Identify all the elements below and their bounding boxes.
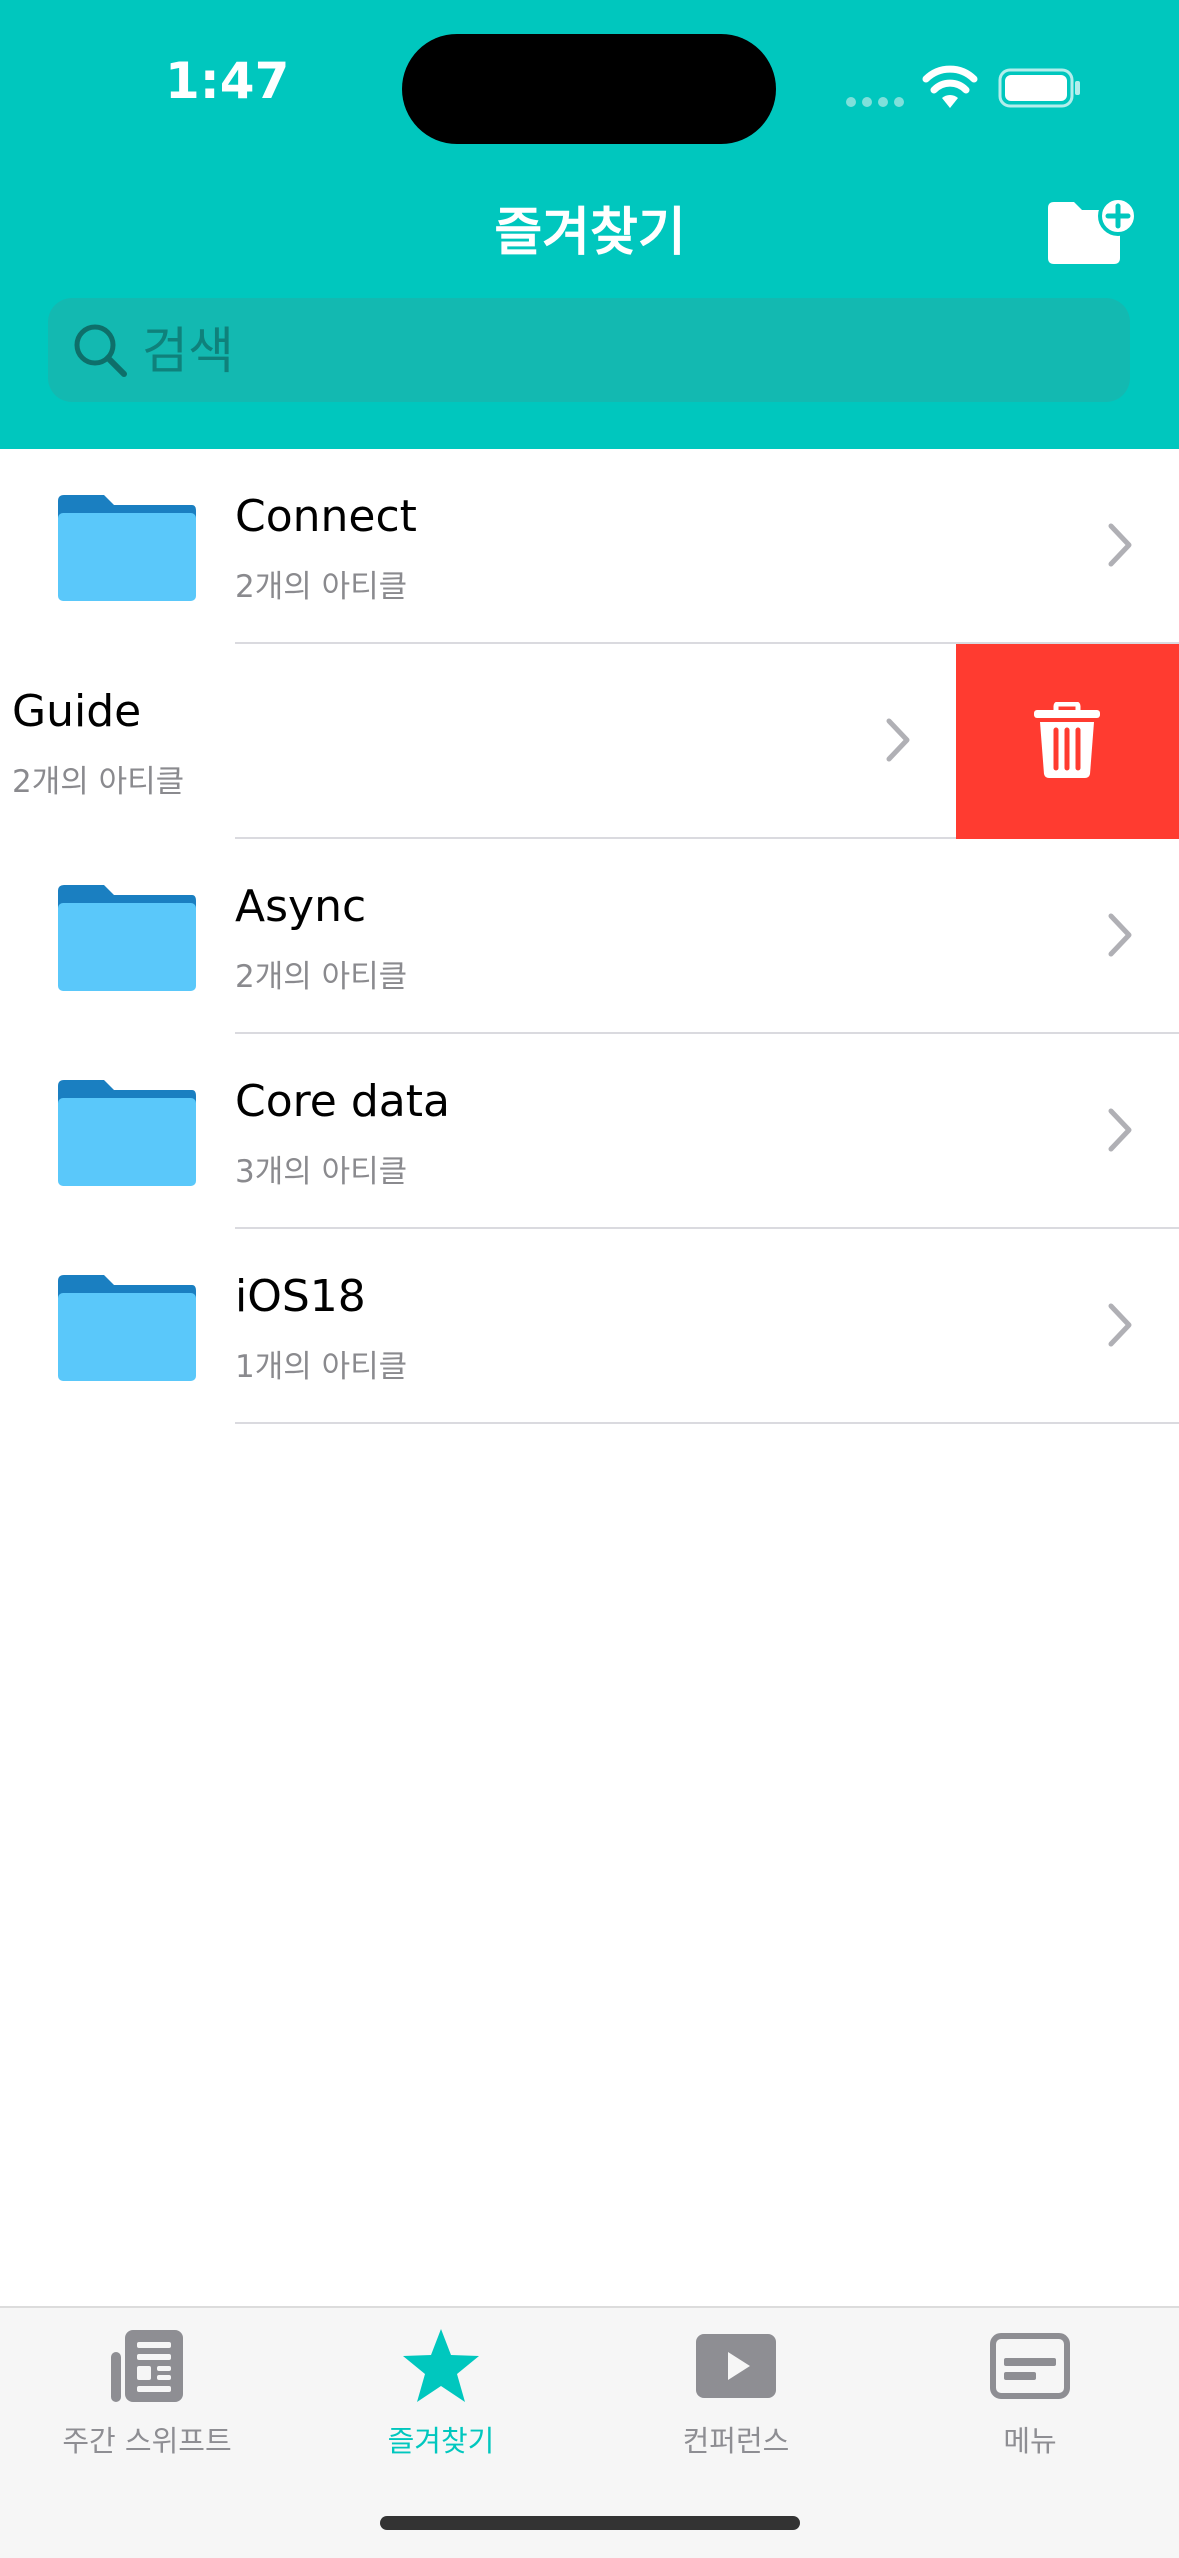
folder-icon <box>58 1275 196 1381</box>
search-icon <box>74 324 127 377</box>
page-title: 즐겨찾기 <box>494 203 686 263</box>
folder-title: iOS18 <box>235 1271 366 1322</box>
folder-plus-icon[interactable] <box>1044 194 1138 266</box>
folder-icon <box>58 885 196 991</box>
tab-label: 주간 스위프트 <box>62 2424 232 2458</box>
list-item[interactable]: Core data 3개의 아티클 <box>0 1034 1179 1229</box>
newspaper-icon <box>111 2330 183 2402</box>
home-indicator <box>380 2516 800 2530</box>
folder-article-count: 1개의 아티클 <box>235 1349 408 1385</box>
cellular-signal-icon <box>846 97 904 107</box>
tab-favorites[interactable]: 즐겨찾기 <box>311 2308 571 2468</box>
folder-title: Core data <box>235 1076 450 1127</box>
chevron-right-icon <box>1108 1108 1132 1152</box>
play-icon <box>696 2334 776 2398</box>
list-item[interactable]: Connect 2개의 아티클 <box>0 449 1179 644</box>
chevron-right-icon <box>1108 523 1132 567</box>
folder-article-count: 2개의 아티클 <box>235 959 408 995</box>
chevron-right-icon <box>886 718 910 762</box>
delete-button[interactable] <box>956 644 1179 839</box>
tab-label: 메뉴 <box>1003 2424 1057 2458</box>
tab-menu[interactable]: 메뉴 <box>900 2308 1160 2468</box>
navigation-header: 1:47 즐겨찾기 <box>0 0 1179 449</box>
dynamic-island <box>402 34 776 144</box>
list-item[interactable]: Async 2개의 아티클 <box>0 839 1179 1034</box>
wifi-icon <box>922 65 978 108</box>
tab-label: 컨퍼런스 <box>682 2424 790 2458</box>
folder-article-count: 3개의 아티클 <box>235 1154 408 1190</box>
menu-card-icon <box>990 2333 1070 2399</box>
folder-article-count: 2개의 아티클 <box>12 764 185 800</box>
chevron-right-icon <box>1108 1303 1132 1347</box>
trash-icon <box>1034 702 1100 778</box>
row-separator <box>235 1422 1179 1424</box>
folder-icon <box>58 495 196 601</box>
folder-title: Guide <box>12 686 142 737</box>
star-icon <box>403 2329 479 2402</box>
search-bar[interactable] <box>48 298 1130 404</box>
list-item[interactable]: iOS18 1개의 아티클 <box>0 1229 1179 1424</box>
tab-label: 즐겨찾기 <box>387 2424 495 2458</box>
chevron-right-icon <box>1108 913 1132 957</box>
status-time: 1:47 <box>165 52 290 110</box>
tab-weekly-swift[interactable]: 주간 스위프트 <box>17 2308 277 2468</box>
folder-title: Connect <box>235 491 417 542</box>
tab-conference[interactable]: 컨퍼런스 <box>606 2308 866 2468</box>
folder-title: Async <box>235 881 367 932</box>
battery-icon <box>998 68 1080 108</box>
list-item-swiped[interactable]: Guide 2개의 아티클 <box>0 644 1179 839</box>
search-input[interactable] <box>140 298 1104 404</box>
folder-article-count: 2개의 아티클 <box>235 569 408 605</box>
folder-icon <box>58 1080 196 1186</box>
